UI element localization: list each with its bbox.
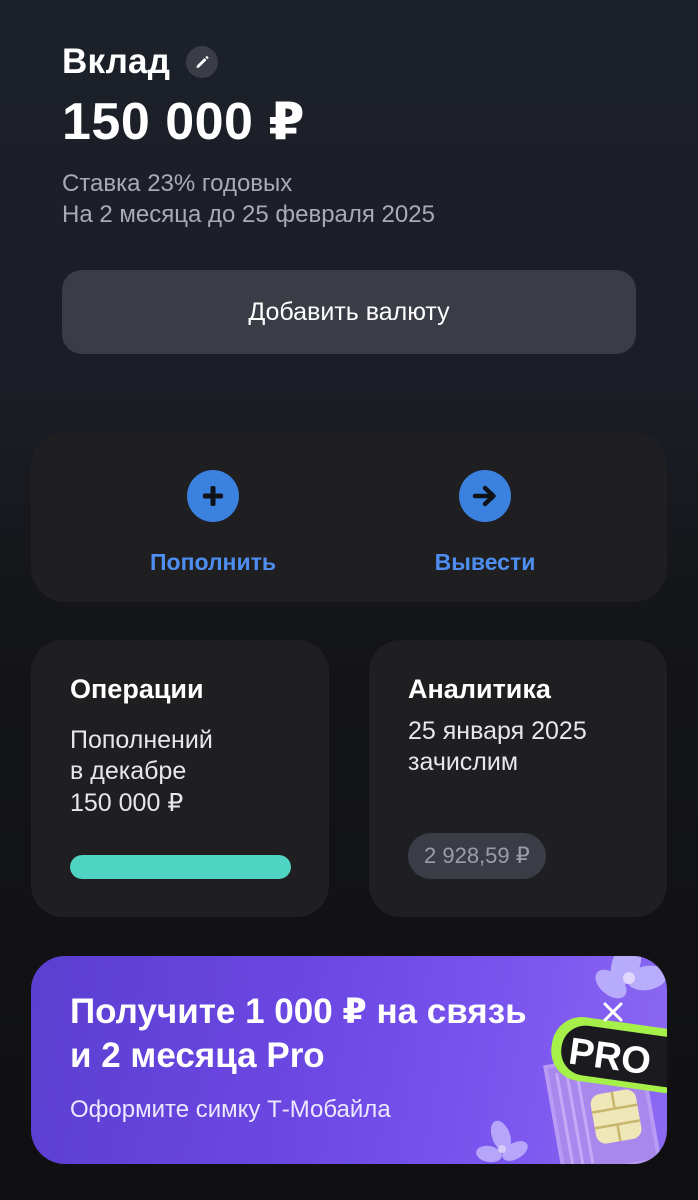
promo-title-line-1: Получите 1 000 ₽ на связь [70, 992, 527, 1031]
topup-icon-circle [187, 470, 239, 522]
pencil-icon [196, 55, 209, 68]
operations-line-1: Пополнений [70, 726, 213, 754]
plus-icon [203, 486, 223, 506]
analytics-date: 25 января 2025 [408, 717, 587, 745]
deposit-term: На 2 месяца до 25 февраля 2025 [62, 201, 435, 228]
promo-title-line-2: и 2 месяца Pro [70, 1036, 325, 1075]
actions-card: Пополнить Вывести [31, 432, 667, 602]
edit-title-button[interactable] [186, 46, 219, 78]
operations-amount: 150 000 ₽ [70, 789, 184, 817]
close-icon [603, 1002, 623, 1022]
operations-tile[interactable]: Операции Пополнений в декабре 150 000 ₽ [31, 640, 329, 917]
interest-amount-badge: 2 928,59 ₽ [408, 833, 546, 879]
analytics-title: Аналитика [408, 674, 551, 704]
add-currency-button[interactable]: Добавить валюту [62, 270, 636, 354]
promo-close-button[interactable] [593, 992, 633, 1032]
promo-banner[interactable]: PRO Получите 1 000 ₽ на связь и 2 месяца… [31, 956, 667, 1164]
topup-label: Пополнить [150, 549, 276, 575]
withdraw-button[interactable]: Вывести [375, 470, 595, 576]
operations-line-2: в декабре [70, 757, 187, 785]
promo-subtitle: Оформите симку Т-Мобайла [70, 1096, 391, 1123]
analytics-tile[interactable]: Аналитика 25 января 2025 зачислим 2 928,… [369, 640, 667, 917]
page-title: Вклад [62, 42, 171, 81]
analytics-caption: зачислим [408, 748, 519, 776]
deposit-amount: 150 000 ₽ [62, 93, 306, 151]
topup-button[interactable]: Пополнить [103, 470, 323, 576]
withdraw-label: Вывести [434, 549, 536, 575]
operations-title: Операции [70, 674, 204, 704]
interest-rate: Ставка 23% годовых [62, 170, 293, 197]
operations-progress-fill [70, 855, 291, 879]
operations-progress-bar [70, 855, 291, 879]
arrow-right-icon [472, 485, 496, 507]
promo-title: Получите 1 000 ₽ на связь и 2 месяца Pro [70, 990, 590, 1078]
withdraw-icon-circle [459, 470, 511, 522]
deposit-header: Вклад [62, 40, 642, 84]
